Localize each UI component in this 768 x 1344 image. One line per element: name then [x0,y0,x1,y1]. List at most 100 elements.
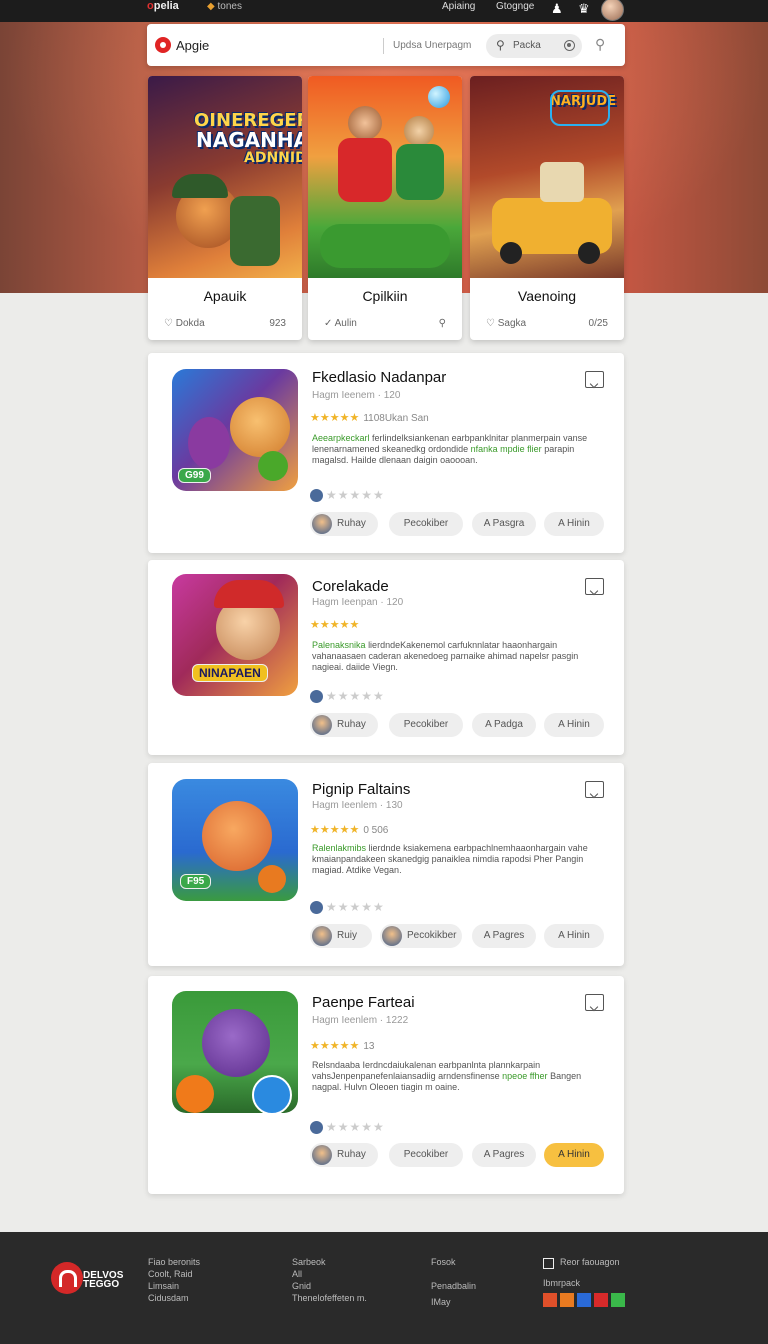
game-title[interactable]: Fkedlasio Nadanpar [312,369,446,386]
star-rating: ★★★★★ 0 506 [310,824,389,836]
game-icon[interactable]: G99 [172,369,298,491]
tag-button[interactable]: A Pagres [472,924,536,948]
footer-link[interactable]: Limsain [148,1280,200,1292]
footer-link[interactable]: Coolt, Raid [148,1268,200,1280]
user-rating[interactable]: ★★★★★ [310,689,406,704]
footer-link[interactable]: Gnid [292,1280,367,1292]
social-icon-5[interactable] [611,1293,625,1307]
user-icon[interactable]: ♟ [551,1,563,17]
game-icon[interactable] [172,991,298,1113]
empty-stars[interactable]: ★★★★★ [326,488,385,502]
heart-icon: ♡ [486,318,495,329]
search-filter-pill[interactable]: ⚲ Packa [486,34,582,58]
tag-button[interactable]: Ruhay [310,1143,378,1167]
footer-col-1: Fiao beronits Coolt, Raid Limsain Cidusd… [148,1256,200,1304]
tag-button[interactable]: A Pasgra [472,512,536,536]
tag-avatar [312,715,332,735]
logo-frame [550,90,610,126]
game-icon[interactable]: F95 [172,779,298,901]
tag-button[interactable]: Ruhay [310,512,378,536]
footer-link[interactable]: IMay [431,1296,476,1308]
trophy-icon[interactable]: ♛ [578,1,590,17]
footer-link[interactable]: Penadbalin [431,1280,476,1292]
social-icon-3[interactable] [577,1293,591,1307]
game-subtitle: Hagm Ieenlem · 130 [312,800,403,811]
game-title[interactable]: Pignip Faltains [312,781,410,798]
empty-stars[interactable]: ★★★★★ [326,900,385,914]
featured-card-1[interactable]: OINEREGERI NAGANHAAH ADNNIDAN Apauik ♡ D… [148,76,302,340]
app-logo-icon[interactable] [155,37,171,53]
brand-logo[interactable]: opelia [147,0,179,12]
footer-link[interactable]: Sarbeok [292,1256,367,1268]
rating-count: 1108Ukan San [363,413,429,424]
footer-link[interactable]: Fiao beronits [148,1256,200,1268]
footer-link[interactable]: Cidusdam [148,1292,200,1304]
empty-stars[interactable]: ★★★★★ [326,689,385,703]
bookmark-icon[interactable] [585,781,604,798]
tag-button-active[interactable]: A Hinin [544,1143,604,1167]
checkbox-icon[interactable] [543,1258,554,1269]
tag-button[interactable]: A Hinin [544,512,604,536]
tag-button[interactable]: Pecokiber [389,1143,463,1167]
footer-brand: DELVOS TEGGO [83,1270,124,1290]
play-icon [176,1075,214,1113]
game-card[interactable]: NINAPAEN Corelakade Hagm Ieenpan · 120 ★… [148,560,624,755]
game-card[interactable]: Paenpe Farteai Hagm Ieenlem · 1222 ★★★★★… [148,976,624,1194]
player2-head [404,116,434,146]
empty-stars[interactable]: ★★★★★ [326,1120,385,1134]
bookmark-icon[interactable] [585,578,604,595]
nav-link-gtognge[interactable]: Gtognge [496,1,534,12]
bookmark-icon[interactable] [585,994,604,1011]
social-icon-1[interactable] [543,1293,557,1307]
tag-button[interactable]: A Padga [472,713,536,737]
game-title[interactable]: Corelakade [312,578,389,595]
game-card[interactable]: G99 Fkedlasio Nadanpar Hagm Ieenem · 120… [148,353,624,553]
featured-footer-left[interactable]: ♡ Sagka [486,318,526,329]
tag-button[interactable]: Ruiy [310,924,372,948]
character-image [202,1009,270,1077]
search-icon[interactable]: ⚲ [439,318,446,329]
user-avatar [310,901,323,914]
avatar[interactable] [601,0,624,21]
user-rating[interactable]: ★★★★★ [310,900,406,915]
magnifier-icon[interactable]: ⚲ [595,36,605,53]
character-image [230,397,290,457]
cap-image [214,580,284,608]
footer-link[interactable]: Thenelofeffeten m. [292,1292,367,1304]
game-icon[interactable]: NINAPAEN [172,574,298,696]
featured-footer-left[interactable]: ✓ Aulin [324,318,357,329]
tag-button[interactable]: Pecokiber [389,713,463,737]
social-icon-2[interactable] [560,1293,574,1307]
tag-button[interactable]: Pecokiber [389,512,463,536]
game-card[interactable]: F95 Pignip Faltains Hagm Ieenlem · 130 ★… [148,763,624,966]
user-rating[interactable]: ★★★★★ [310,1120,406,1135]
bookmark-icon[interactable] [585,371,604,388]
featured-card-2[interactable]: Cpilkiin ✓ Aulin ⚲ [308,76,462,340]
divider [383,38,384,54]
tag-button[interactable]: Pecokikber [380,924,462,948]
game-title[interactable]: Paenpe Farteai [312,994,415,1011]
featured-footer-left[interactable]: ♡ Dokda [164,318,205,329]
game-description: Relsndaaba Ierdncdaiukalenan earbpanlnta… [312,1060,582,1092]
footer-logo-icon[interactable] [51,1262,83,1294]
tag-button[interactable]: Ruhay [310,713,378,737]
featured-title: Vaenoing [517,288,577,304]
character-image [202,801,272,871]
target-icon[interactable] [564,40,575,51]
search-input[interactable]: Updsa Unerpagm [393,40,471,51]
tag-button[interactable]: A Hinin [544,924,604,948]
user-rating[interactable]: ★★★★★ [310,488,406,503]
footer-link[interactable]: All [292,1268,367,1280]
player1-body [338,138,392,202]
tag-button[interactable]: A Pagres [472,1143,536,1167]
footer-link[interactable]: Fosok [431,1256,476,1268]
tones-link[interactable]: ◆ tones [207,1,242,12]
nav-link-apiaing[interactable]: Apiaing [442,1,475,12]
tag-button[interactable]: A Hinin [544,713,604,737]
player2-body [396,144,444,200]
search-pill-label: Packa [513,40,541,51]
social-icon-4[interactable] [594,1293,608,1307]
heart-icon: ♡ [164,318,173,329]
featured-card-3[interactable]: NARJUDE Vaenoing ♡ Sagka 0/25 [470,76,624,340]
star-rating: ★★★★★ [310,619,360,631]
